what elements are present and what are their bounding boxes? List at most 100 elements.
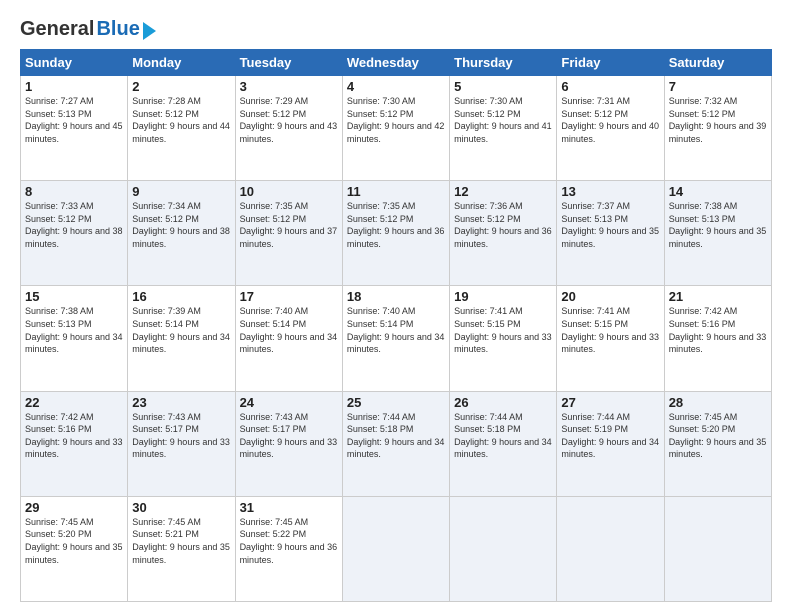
calendar-cell: 24 Sunrise: 7:43 AMSunset: 5:17 PMDayligh…: [235, 391, 342, 496]
calendar-cell: [450, 496, 557, 601]
day-info: Sunrise: 7:44 AMSunset: 5:19 PMDaylight:…: [561, 412, 659, 460]
day-number: 10: [240, 184, 338, 199]
calendar-cell: 3Sunrise: 7:29 AMSunset: 5:12 PMDaylight…: [235, 76, 342, 181]
calendar-cell: [664, 496, 771, 601]
weekday-header-tuesday: Tuesday: [235, 50, 342, 76]
calendar-cell: 20 Sunrise: 7:41 AMSunset: 5:15 PMDayligh…: [557, 286, 664, 391]
calendar-cell: 6Sunrise: 7:31 AMSunset: 5:12 PMDaylight…: [557, 76, 664, 181]
calendar-week-row: 15Sunrise: 7:38 AMSunset: 5:13 PMDayligh…: [21, 286, 772, 391]
day-number: 22: [25, 395, 123, 410]
day-number: 23: [132, 395, 230, 410]
weekday-header-sunday: Sunday: [21, 50, 128, 76]
calendar-cell: 10 Sunrise: 7:35 AMSunset: 5:12 PMDayligh…: [235, 181, 342, 286]
calendar-cell: 11Sunrise: 7:35 AMSunset: 5:12 PMDayligh…: [342, 181, 449, 286]
day-number: 1: [25, 79, 123, 94]
day-info: Sunrise: 7:41 AMSunset: 5:15 PMDaylight:…: [561, 306, 659, 354]
day-info: Sunrise: 7:37 AMSunset: 5:13 PMDaylight:…: [561, 201, 659, 249]
day-number: 18: [347, 289, 445, 304]
calendar-cell: 16Sunrise: 7:39 AMSunset: 5:14 PMDayligh…: [128, 286, 235, 391]
calendar-cell: 7 Sunrise: 7:32 AMSunset: 5:12 PMDaylight…: [664, 76, 771, 181]
day-number: 6: [561, 79, 659, 94]
day-number: 5: [454, 79, 552, 94]
day-number: 26: [454, 395, 552, 410]
calendar-cell: 15Sunrise: 7:38 AMSunset: 5:13 PMDayligh…: [21, 286, 128, 391]
day-number: 27: [561, 395, 659, 410]
day-info: Sunrise: 7:42 AMSunset: 5:16 PMDaylight:…: [669, 306, 767, 354]
day-number: 20: [561, 289, 659, 304]
calendar-cell: 14Sunrise: 7:38 AMSunset: 5:13 PMDayligh…: [664, 181, 771, 286]
day-number: 31: [240, 500, 338, 515]
day-info: Sunrise: 7:28 AMSunset: 5:12 PMDaylight:…: [132, 96, 230, 144]
day-number: 9: [132, 184, 230, 199]
day-info: Sunrise: 7:30 AMSunset: 5:12 PMDaylight:…: [347, 96, 445, 144]
day-number: 8: [25, 184, 123, 199]
day-info: Sunrise: 7:29 AMSunset: 5:12 PMDaylight:…: [240, 96, 338, 144]
day-number: 13: [561, 184, 659, 199]
calendar-week-row: 22Sunrise: 7:42 AMSunset: 5:16 PMDayligh…: [21, 391, 772, 496]
logo-blue-text: Blue: [96, 18, 139, 41]
calendar-cell: 9 Sunrise: 7:34 AMSunset: 5:12 PMDaylight…: [128, 181, 235, 286]
weekday-header-wednesday: Wednesday: [342, 50, 449, 76]
calendar-cell: 19Sunrise: 7:41 AMSunset: 5:15 PMDayligh…: [450, 286, 557, 391]
calendar-cell: 25Sunrise: 7:44 AMSunset: 5:18 PMDayligh…: [342, 391, 449, 496]
day-number: 17: [240, 289, 338, 304]
day-number: 24: [240, 395, 338, 410]
calendar-week-row: 29 Sunrise: 7:45 AMSunset: 5:20 PMDayligh…: [21, 496, 772, 601]
calendar-cell: [557, 496, 664, 601]
day-info: Sunrise: 7:45 AMSunset: 5:22 PMDaylight:…: [240, 517, 338, 565]
day-info: Sunrise: 7:44 AMSunset: 5:18 PMDaylight:…: [347, 412, 445, 460]
day-number: 12: [454, 184, 552, 199]
page-header: General Blue: [20, 18, 772, 41]
calendar-cell: 17Sunrise: 7:40 AMSunset: 5:14 PMDayligh…: [235, 286, 342, 391]
calendar-cell: 31 Sunrise: 7:45 AMSunset: 5:22 PMDayligh…: [235, 496, 342, 601]
day-info: Sunrise: 7:38 AMSunset: 5:13 PMDaylight:…: [25, 306, 123, 354]
day-number: 28: [669, 395, 767, 410]
calendar-cell: 21 Sunrise: 7:42 AMSunset: 5:16 PMDayligh…: [664, 286, 771, 391]
calendar-cell: 1 Sunrise: 7:27 AMSunset: 5:13 PMDaylight…: [21, 76, 128, 181]
day-info: Sunrise: 7:32 AMSunset: 5:12 PMDaylight:…: [669, 96, 767, 144]
calendar-cell: [342, 496, 449, 601]
calendar-cell: 26 Sunrise: 7:44 AMSunset: 5:18 PMDayligh…: [450, 391, 557, 496]
day-number: 2: [132, 79, 230, 94]
weekday-header-saturday: Saturday: [664, 50, 771, 76]
day-info: Sunrise: 7:30 AMSunset: 5:12 PMDaylight:…: [454, 96, 552, 144]
logo-general: General: [20, 18, 94, 41]
weekday-header-thursday: Thursday: [450, 50, 557, 76]
calendar-cell: 13 Sunrise: 7:37 AMSunset: 5:13 PMDayligh…: [557, 181, 664, 286]
day-info: Sunrise: 7:36 AMSunset: 5:12 PMDaylight:…: [454, 201, 552, 249]
logo: General Blue: [20, 18, 156, 41]
day-info: Sunrise: 7:43 AMSunset: 5:17 PMDaylight:…: [240, 412, 338, 460]
day-info: Sunrise: 7:44 AMSunset: 5:18 PMDaylight:…: [454, 412, 552, 460]
calendar-table: SundayMondayTuesdayWednesdayThursdayFrid…: [20, 49, 772, 602]
day-number: 30: [132, 500, 230, 515]
day-info: Sunrise: 7:38 AMSunset: 5:13 PMDaylight:…: [669, 201, 767, 249]
calendar-cell: 27 Sunrise: 7:44 AMSunset: 5:19 PMDayligh…: [557, 391, 664, 496]
calendar-cell: 12 Sunrise: 7:36 AMSunset: 5:12 PMDayligh…: [450, 181, 557, 286]
day-number: 7: [669, 79, 767, 94]
day-info: Sunrise: 7:39 AMSunset: 5:14 PMDaylight:…: [132, 306, 230, 354]
day-number: 29: [25, 500, 123, 515]
day-info: Sunrise: 7:35 AMSunset: 5:12 PMDaylight:…: [347, 201, 445, 249]
day-info: Sunrise: 7:35 AMSunset: 5:12 PMDaylight:…: [240, 201, 338, 249]
day-info: Sunrise: 7:45 AMSunset: 5:20 PMDaylight:…: [25, 517, 123, 565]
day-info: Sunrise: 7:45 AMSunset: 5:21 PMDaylight:…: [132, 517, 230, 565]
day-info: Sunrise: 7:33 AMSunset: 5:12 PMDaylight:…: [25, 201, 123, 249]
day-info: Sunrise: 7:34 AMSunset: 5:12 PMDaylight:…: [132, 201, 230, 249]
weekday-header-monday: Monday: [128, 50, 235, 76]
calendar-cell: 18Sunrise: 7:40 AMSunset: 5:14 PMDayligh…: [342, 286, 449, 391]
calendar-cell: 28 Sunrise: 7:45 AMSunset: 5:20 PMDayligh…: [664, 391, 771, 496]
day-number: 21: [669, 289, 767, 304]
calendar-cell: 4 Sunrise: 7:30 AMSunset: 5:12 PMDaylight…: [342, 76, 449, 181]
day-info: Sunrise: 7:41 AMSunset: 5:15 PMDaylight:…: [454, 306, 552, 354]
weekday-header-row: SundayMondayTuesdayWednesdayThursdayFrid…: [21, 50, 772, 76]
calendar-cell: 29 Sunrise: 7:45 AMSunset: 5:20 PMDayligh…: [21, 496, 128, 601]
calendar-cell: 22Sunrise: 7:42 AMSunset: 5:16 PMDayligh…: [21, 391, 128, 496]
day-number: 4: [347, 79, 445, 94]
weekday-header-friday: Friday: [557, 50, 664, 76]
day-info: Sunrise: 7:27 AMSunset: 5:13 PMDaylight:…: [25, 96, 123, 144]
day-info: Sunrise: 7:45 AMSunset: 5:20 PMDaylight:…: [669, 412, 767, 460]
calendar-week-row: 1 Sunrise: 7:27 AMSunset: 5:13 PMDaylight…: [21, 76, 772, 181]
calendar-cell: 23 Sunrise: 7:43 AMSunset: 5:17 PMDayligh…: [128, 391, 235, 496]
calendar-cell: 5 Sunrise: 7:30 AMSunset: 5:12 PMDaylight…: [450, 76, 557, 181]
day-info: Sunrise: 7:43 AMSunset: 5:17 PMDaylight:…: [132, 412, 230, 460]
